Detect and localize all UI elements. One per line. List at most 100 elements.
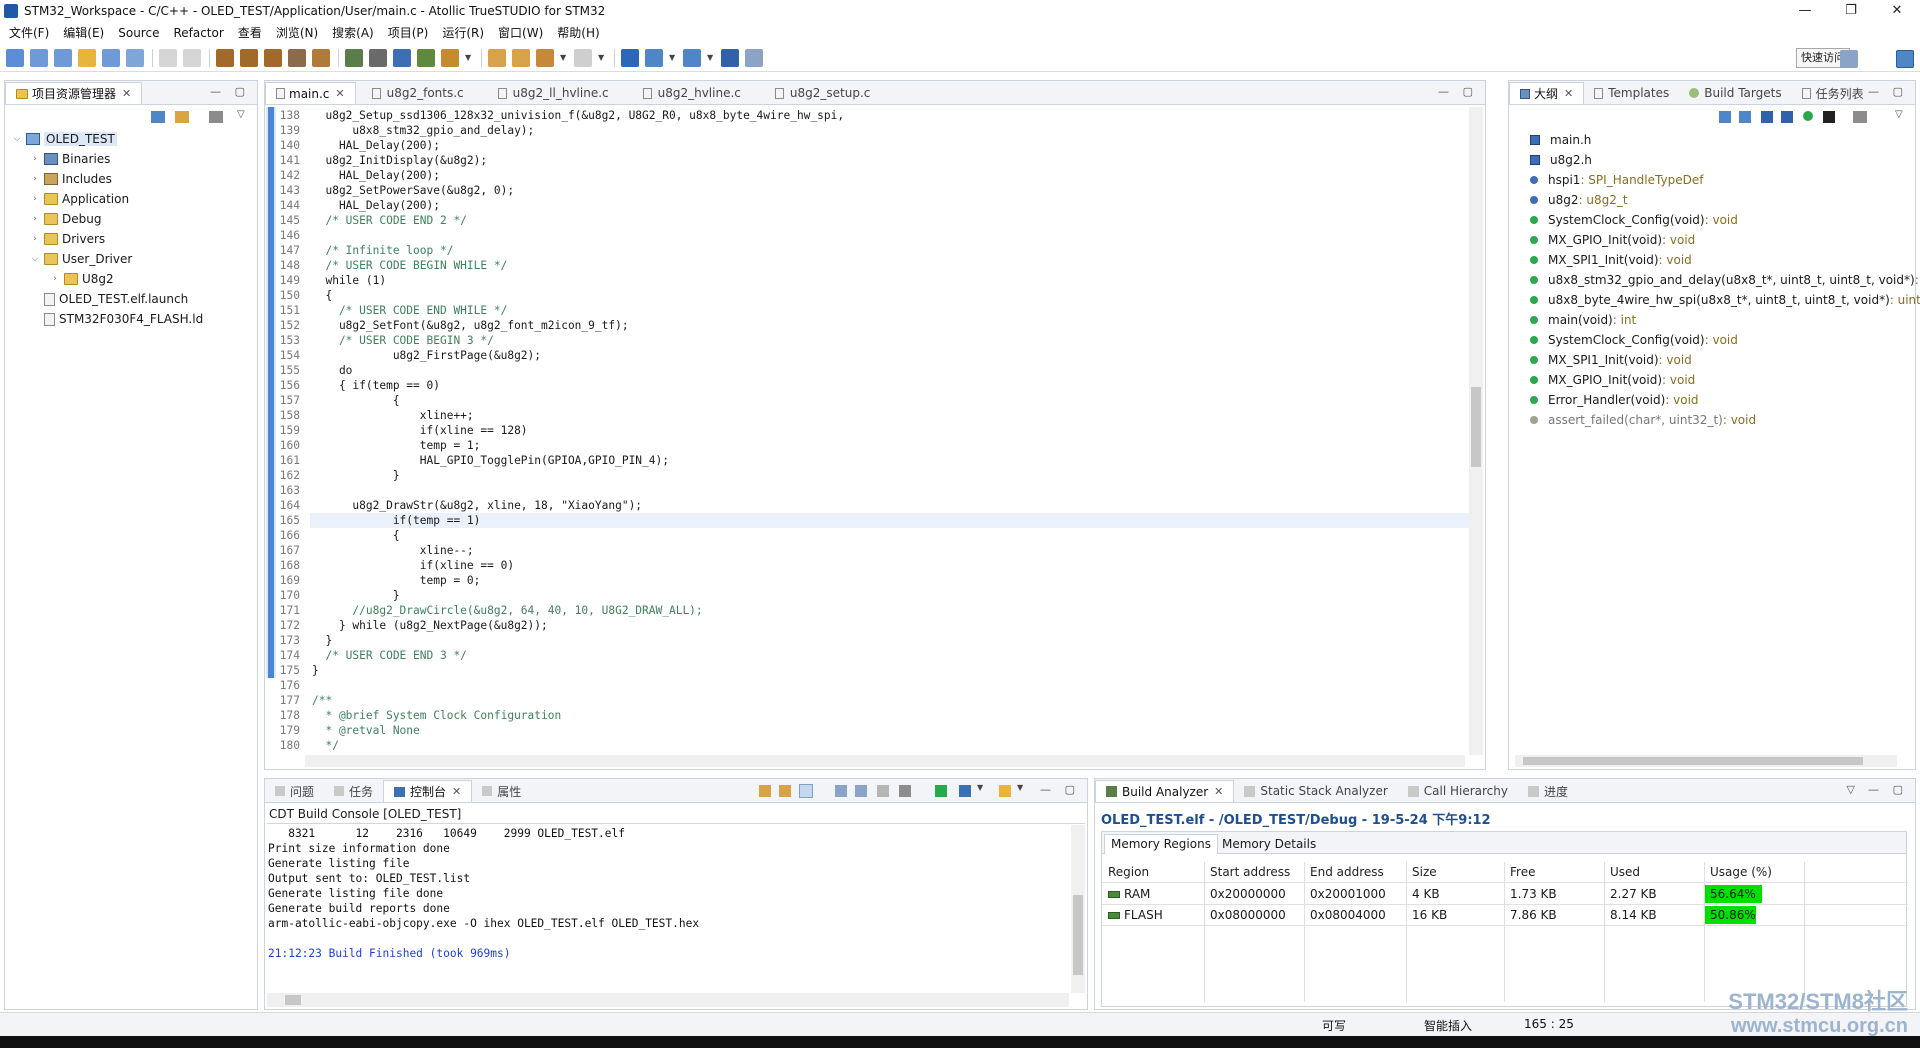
new-icon[interactable] [6, 48, 24, 67]
code-line[interactable]: 161 HAL_GPIO_TogglePin(GPIOA,GPIO_PIN_4)… [278, 453, 669, 468]
code-line[interactable]: 165 if(temp == 1) [278, 513, 481, 528]
code-line[interactable]: 157 { [278, 393, 400, 408]
new-class-icon[interactable] [102, 48, 120, 67]
outline-item[interactable]: MX_GPIO_Init(void) : void [1530, 230, 1695, 250]
close-icon[interactable]: ✕ [1564, 87, 1573, 100]
code-line[interactable]: 150 { [278, 288, 332, 303]
show-on-error-icon[interactable] [855, 785, 867, 797]
tab-static-stack-analyzer[interactable]: Static Stack Analyzer [1234, 780, 1397, 802]
code-line[interactable]: 178 * @brief System Clock Configuration [278, 708, 561, 723]
close-icon[interactable]: ✕ [1214, 785, 1223, 798]
code-line[interactable]: 170 } [278, 588, 400, 603]
maximize-icon[interactable]: ▢ [1463, 85, 1473, 98]
hide-static-icon[interactable] [1781, 111, 1793, 123]
tab-properties[interactable]: 属性 [472, 780, 531, 802]
tab-memory-details[interactable]: Memory Details [1218, 836, 1320, 854]
link-editor-icon[interactable] [175, 111, 189, 123]
chevron-right-icon[interactable]: › [49, 274, 61, 284]
outline-item[interactable]: u8x8_stm32_gpio_and_delay(u8x8_t*, uint8… [1530, 270, 1920, 290]
export-icon[interactable] [745, 48, 763, 67]
close-icon[interactable]: ✕ [335, 87, 344, 100]
new-header-icon[interactable] [54, 48, 72, 67]
code-line[interactable]: 166 { [278, 528, 400, 543]
code-line[interactable]: 145 /* USER CODE END 2 */ [278, 213, 467, 228]
link-editor-icon[interactable] [1853, 111, 1867, 123]
code-line[interactable]: 156 { if(temp == 0) [278, 378, 440, 393]
tree-item-u8g2[interactable]: › U8g2 [49, 269, 113, 289]
chevron-down-icon[interactable]: ▼ [598, 49, 606, 67]
outline-item[interactable]: MX_SPI1_Init(void) : void [1530, 250, 1692, 270]
menu-view[interactable]: 查看 [231, 24, 269, 41]
code-line[interactable]: 140 HAL_Delay(200); [278, 138, 440, 153]
collapse-all-icon[interactable] [1719, 111, 1731, 123]
column-header[interactable]: End address [1304, 862, 1384, 882]
code-line[interactable]: 179 * @retval None [278, 723, 420, 738]
code-line[interactable]: 174 /* USER CODE END 3 */ [278, 648, 467, 663]
build-icon[interactable] [216, 48, 234, 67]
scrollbar-thumb[interactable] [1523, 757, 1863, 765]
tree-item-drivers[interactable]: › Drivers [29, 229, 105, 249]
view-menu-icon[interactable]: ▽ [237, 109, 245, 120]
code-line[interactable]: 173 } [278, 633, 332, 648]
code-line[interactable]: 138 u8g2_Setup_ssd1306_128x32_univision_… [278, 108, 844, 123]
minimize-icon[interactable]: — [210, 85, 221, 98]
tree-item-linker-file[interactable]: STM32F030F4_FLASH.ld [41, 309, 203, 329]
chevron-down-icon[interactable]: ⌵ [29, 254, 41, 264]
tab-memory-regions[interactable]: Memory Regions [1104, 834, 1218, 854]
code-line[interactable]: 143 u8g2_SetPowerSave(&u8g2, 0); [278, 183, 514, 198]
code-line[interactable]: 158 xline++; [278, 408, 474, 423]
close-icon[interactable]: ✕ [122, 87, 131, 100]
tab-build-analyzer[interactable]: Build Analyzer ✕ [1095, 780, 1235, 802]
maximize-icon[interactable]: ▢ [1893, 783, 1903, 796]
outline-item[interactable]: u8g2.h [1530, 150, 1592, 170]
outline-hscrollbar[interactable] [1515, 755, 1897, 767]
search-icon[interactable] [441, 48, 459, 67]
window-icon[interactable] [645, 48, 663, 67]
close-button[interactable]: ✕ [1874, 0, 1920, 22]
code-line[interactable]: 180 */ [278, 738, 339, 753]
forward-icon[interactable] [574, 48, 592, 67]
code-line[interactable]: 139 u8x8_stm32_gpio_and_delay); [278, 123, 535, 138]
back-icon[interactable] [536, 48, 554, 67]
prev-annotation-icon[interactable] [512, 48, 530, 67]
open-perspective-icon[interactable] [1840, 50, 1858, 68]
code-line[interactable]: 176 [278, 678, 312, 693]
console-hscrollbar[interactable] [267, 993, 1069, 1007]
tab-u8g2-hvline[interactable]: u8g2_hvline.c [633, 82, 751, 104]
column-header[interactable]: Usage (%) [1704, 862, 1772, 882]
column-header[interactable]: Free [1504, 862, 1535, 882]
code-line[interactable]: 146 [278, 228, 312, 243]
display-console-icon[interactable] [959, 785, 971, 797]
code-line[interactable]: 172 } while (u8g2_NextPage(&u8g2)); [278, 618, 548, 633]
menu-navigate[interactable]: 浏览(N) [269, 24, 325, 41]
minimize-icon[interactable]: — [1438, 85, 1449, 98]
chevron-down-icon[interactable]: ▼ [707, 49, 715, 67]
hide-non-public-icon[interactable] [1803, 111, 1813, 121]
rebuild-icon[interactable] [264, 48, 282, 67]
outline-item[interactable]: main(void) : int [1530, 310, 1636, 330]
debug-icon[interactable] [345, 48, 363, 67]
chevron-right-icon[interactable]: › [29, 194, 41, 204]
outline-item[interactable]: u8x8_byte_4wire_hw_spi(u8x8_t*, uint8_t,… [1530, 290, 1920, 310]
scrollbar-thumb[interactable] [285, 995, 301, 1005]
menu-file[interactable]: 文件(F) [2, 24, 56, 41]
chevron-down-icon[interactable]: ▼ [1017, 783, 1023, 792]
tab-build-targets[interactable]: Build Targets [1679, 82, 1791, 104]
chevron-down-icon[interactable]: ▼ [560, 49, 568, 67]
tab-u8g2-fonts[interactable]: u8g2_fonts.c [362, 82, 474, 104]
outline-item[interactable]: Error_Handler(void) : void [1530, 390, 1699, 410]
code-line[interactable]: 149 while (1) [278, 273, 386, 288]
tab-tasks[interactable]: 任务列表 [1792, 82, 1874, 104]
minimize-icon[interactable]: — [1868, 85, 1879, 98]
tab-call-hierarchy[interactable]: Call Hierarchy [1398, 780, 1518, 802]
tab-console[interactable]: 控制台 ✕ [383, 780, 473, 802]
chevron-right-icon[interactable]: › [29, 174, 41, 184]
outline-item[interactable]: MX_SPI1_Init(void) : void [1530, 350, 1692, 370]
menu-search[interactable]: 搜索(A) [325, 24, 381, 41]
collapse-all-icon[interactable] [151, 111, 165, 123]
code-line[interactable]: 167 xline--; [278, 543, 474, 558]
terminal-icon[interactable] [393, 48, 411, 67]
code-line[interactable]: 177 /** [278, 693, 332, 708]
outline-item[interactable]: main.h [1530, 130, 1591, 150]
chevron-down-icon[interactable]: ▼ [977, 783, 983, 792]
